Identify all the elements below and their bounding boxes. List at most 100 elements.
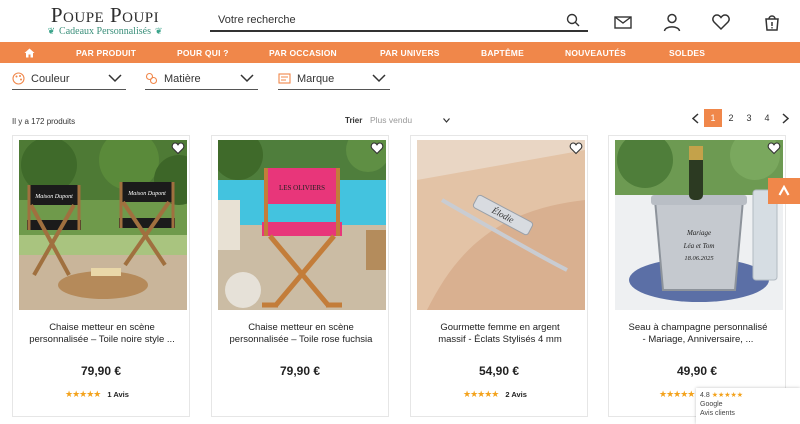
google-stars-icon: ★★★★★ xyxy=(711,392,744,399)
palette-icon xyxy=(12,72,25,85)
product-title-line1: Chaise metteur en scène xyxy=(248,322,354,333)
pagination: 1 2 3 4 xyxy=(686,109,794,127)
chevron-down-icon xyxy=(372,74,386,83)
filter-couleur-label: Couleur xyxy=(31,72,70,85)
filter-marque[interactable]: Marque xyxy=(278,68,390,90)
wishlist-heart-icon[interactable] xyxy=(171,141,185,155)
chair-text: Maison Dupont xyxy=(34,194,73,200)
sort-control[interactable]: Trier Plus vendu xyxy=(345,115,450,125)
filter-marque-label: Marque xyxy=(297,72,335,85)
product-image[interactable]: LES OLIVIERS xyxy=(218,140,386,310)
product-image[interactable]: Mariage Léa et Tom 18.06.2025 xyxy=(615,140,783,310)
search-icon[interactable] xyxy=(566,13,580,27)
chevron-up-icon xyxy=(778,185,790,196)
product-card[interactable]: Élodie Gourmette femme en argent massif … xyxy=(410,135,588,417)
product-title[interactable]: Seau à champagne personnalisé - Mariage,… xyxy=(615,322,781,346)
product-title-line1: Gourmette femme en argent xyxy=(440,322,560,333)
product-rating: ★★★★★ 2 Avis xyxy=(463,389,527,399)
next-page-button[interactable] xyxy=(776,109,794,127)
star-rating-icon: ★★★★★ xyxy=(65,388,101,399)
site-logo[interactable]: Poupe Poupi ❦ Cadeaux Personnalisés ❦ xyxy=(24,4,186,37)
product-rating: ★★★★★ 1 Avis xyxy=(65,389,129,399)
page-2[interactable]: 2 xyxy=(722,109,740,127)
user-icon[interactable] xyxy=(662,12,682,32)
product-title-line2: personnalisée – Toile rose fuchsia xyxy=(229,334,373,345)
chevron-right-icon xyxy=(781,112,789,124)
product-card[interactable]: Maison Dupont Maison Dupont Chaise mette… xyxy=(12,135,190,417)
bucket-text-3: 18.06.2025 xyxy=(684,255,714,262)
cart-icon[interactable] xyxy=(762,12,782,32)
wishlist-heart-icon[interactable] xyxy=(767,141,781,155)
mail-icon[interactable] xyxy=(613,12,633,32)
star-rating-icon: ★★★★★ xyxy=(463,388,499,399)
google-rating-row: 4.8 ★★★★★ xyxy=(700,391,796,400)
nav-nouveautes[interactable]: NOUVEAUTÉS xyxy=(565,48,626,58)
chevron-down-icon xyxy=(240,74,254,83)
chevron-down-icon xyxy=(443,118,450,123)
google-label: Avis clients xyxy=(700,410,735,417)
product-title-line2: personnalisée – Toile noire style ... xyxy=(29,334,175,345)
filters-bar: Couleur Matière Marque xyxy=(0,68,800,92)
wishlist-heart-icon[interactable] xyxy=(569,141,583,155)
product-rating: ★★★★★ xyxy=(659,388,695,399)
star-rating-icon: ★★★★★ xyxy=(659,388,695,399)
logo-sub-text: Cadeaux Personnalisés xyxy=(59,26,151,37)
wishlist-heart-icon[interactable] xyxy=(370,141,384,155)
page-4[interactable]: 4 xyxy=(758,109,776,127)
product-price: 54,90 € xyxy=(478,364,520,378)
google-reviews-badge[interactable]: 4.8 ★★★★★ Google Avis clients xyxy=(696,388,800,424)
main-nav: PAR PRODUIT POUR QUI ? PAR OCCASION PAR … xyxy=(0,42,800,63)
page-3[interactable]: 3 xyxy=(740,109,758,127)
product-title-line2: - Mariage, Anniversaire, ... xyxy=(642,334,754,345)
nav-pour-qui[interactable]: POUR QUI ? xyxy=(177,48,229,58)
page-1[interactable]: 1 xyxy=(704,109,722,127)
product-title-line1: Chaise metteur en scène xyxy=(49,322,155,333)
nav-soldes[interactable]: SOLDES xyxy=(669,48,705,58)
product-card[interactable]: LES OLIVIERS Chaise metteur en scène per… xyxy=(211,135,389,417)
product-count: Il y a 172 produits xyxy=(12,117,76,126)
chevron-left-icon xyxy=(691,112,699,124)
product-price: 79,90 € xyxy=(279,364,321,378)
search-bar xyxy=(210,10,588,32)
leaf-right-icon: ❦ xyxy=(154,26,163,36)
product-image[interactable]: Élodie xyxy=(417,140,585,310)
product-card[interactable]: Mariage Léa et Tom 18.06.2025 Seau à cha… xyxy=(608,135,786,417)
bucket-text-2: Léa et Tom xyxy=(683,242,715,250)
nav-par-occasion[interactable]: PAR OCCASION xyxy=(269,48,337,58)
chair-text: Maison Dupont xyxy=(127,191,166,197)
nav-par-univers[interactable]: PAR UNIVERS xyxy=(380,48,440,58)
brand-icon xyxy=(278,73,291,84)
filter-couleur[interactable]: Couleur xyxy=(12,68,126,90)
site-header: Poupe Poupi ❦ Cadeaux Personnalisés ❦ xyxy=(0,0,800,42)
filter-matiere[interactable]: Matière xyxy=(145,68,258,90)
product-title[interactable]: Chaise metteur en scène personnalisée – … xyxy=(218,322,384,346)
filter-matiere-label: Matière xyxy=(164,72,201,85)
prev-page-button[interactable] xyxy=(686,109,704,127)
product-title-line2: massif - Éclats Stylisés 4 mm xyxy=(438,334,562,345)
sort-label: Trier xyxy=(345,116,363,125)
logo-tagline: ❦ Cadeaux Personnalisés ❦ xyxy=(24,26,186,37)
product-title-line1: Seau à champagne personnalisé xyxy=(628,322,768,333)
heart-icon[interactable] xyxy=(711,12,731,32)
review-count[interactable]: 1 Avis xyxy=(107,390,129,399)
product-title[interactable]: Chaise metteur en scène personnalisée – … xyxy=(19,322,185,346)
product-price: 79,90 € xyxy=(80,364,122,378)
chevron-down-icon xyxy=(108,74,122,83)
product-title[interactable]: Gourmette femme en argent massif - Éclat… xyxy=(417,322,583,346)
material-icon xyxy=(145,72,158,85)
home-icon xyxy=(24,48,34,57)
leaf-left-icon: ❦ xyxy=(47,26,56,36)
nav-home[interactable] xyxy=(0,42,58,63)
google-brand: Google xyxy=(700,401,723,408)
chair-text: LES OLIVIERS xyxy=(279,184,325,192)
review-count[interactable]: 2 Avis xyxy=(505,390,527,399)
google-rating: 4.8 xyxy=(700,392,710,399)
sort-select[interactable]: Plus vendu xyxy=(370,115,450,125)
logo-name: Poupe Poupi xyxy=(50,3,160,27)
bucket-text-1: Mariage xyxy=(686,229,711,237)
search-input[interactable] xyxy=(210,10,550,30)
nav-bapteme[interactable]: BAPTÊME xyxy=(481,48,524,58)
scroll-top-button[interactable] xyxy=(768,178,800,204)
nav-par-produit[interactable]: PAR PRODUIT xyxy=(76,48,136,58)
product-image[interactable]: Maison Dupont Maison Dupont xyxy=(19,140,187,310)
